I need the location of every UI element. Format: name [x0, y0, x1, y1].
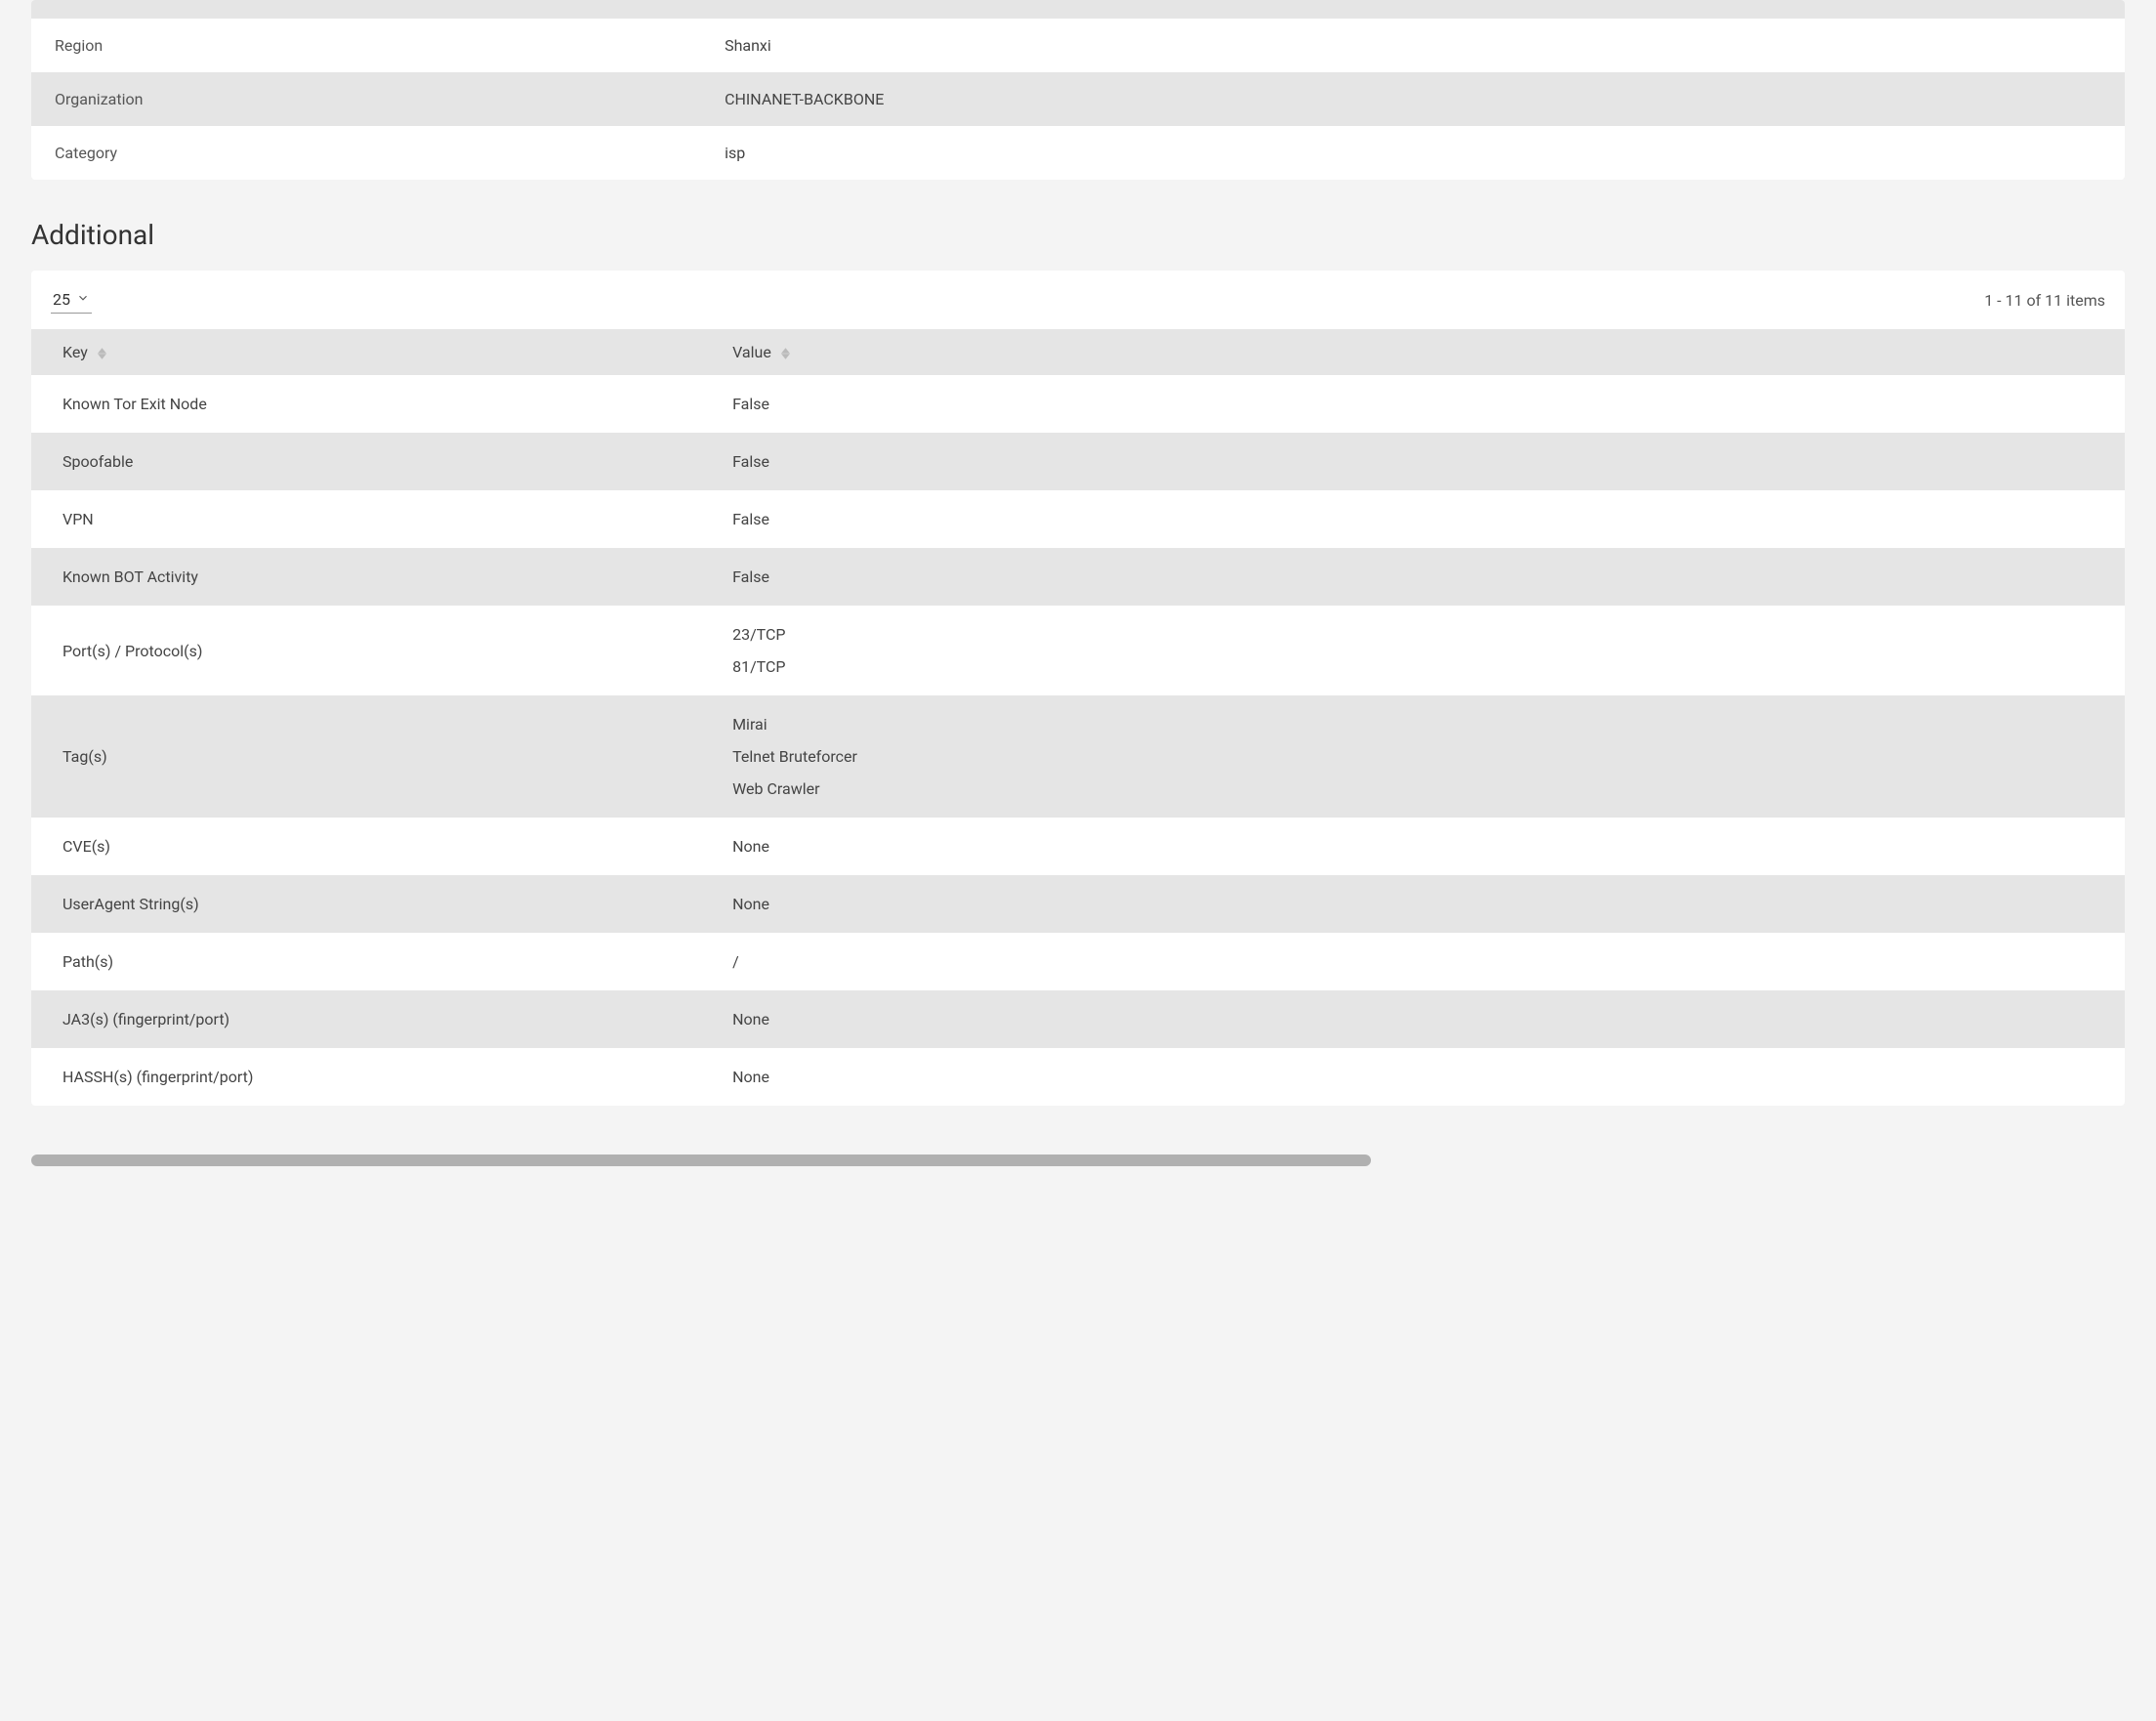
additional-panel: 25 1 - 11 of 11 items Key Value	[31, 271, 2125, 1106]
value-item: 23/TCP	[732, 625, 2101, 644]
info-key: Destination Country Codes	[31, 0, 701, 19]
table-row: JA3(s) (fingerprint/port)None	[31, 990, 2125, 1048]
row-value: None	[701, 818, 2125, 875]
row-value: None	[701, 990, 2125, 1048]
row-value: False	[701, 548, 2125, 606]
table-row: Known BOT ActivityFalse	[31, 548, 2125, 606]
column-header-key-label: Key	[62, 343, 88, 361]
row-value: None	[701, 875, 2125, 933]
page-size-value: 25	[53, 290, 70, 309]
multi-value-list: Mirai Telnet Bruteforcer Web Crawler	[732, 715, 2101, 798]
row-value: False	[701, 490, 2125, 548]
table-row: HASSH(s) (fingerprint/port)None	[31, 1048, 2125, 1106]
row-key: Spoofable	[31, 433, 701, 490]
row-key: Tag(s)	[31, 695, 701, 818]
additional-table: Key Value Known Tor Exit NodeFalseSpoofa…	[31, 329, 2125, 1106]
row-key: CVE(s)	[31, 818, 701, 875]
info-key: Category	[31, 126, 701, 180]
column-header-value[interactable]: Value	[701, 329, 2125, 375]
table-row: CVE(s)None	[31, 818, 2125, 875]
table-row: SpoofableFalse	[31, 433, 2125, 490]
row-key: JA3(s) (fingerprint/port)	[31, 990, 701, 1048]
info-panel: Destination Country CodesUSRegionShanxiO…	[31, 0, 2125, 180]
row-value: 23/TCP 81/TCP	[701, 606, 2125, 695]
sort-icon	[781, 348, 790, 359]
info-key: Region	[31, 19, 701, 72]
table-row: Known Tor Exit NodeFalse	[31, 375, 2125, 433]
row-value: None	[701, 1048, 2125, 1106]
value-item: 81/TCP	[732, 657, 2101, 676]
table-row: Port(s) / Protocol(s) 23/TCP 81/TCP	[31, 606, 2125, 695]
info-key: Organization	[31, 72, 701, 126]
table-row: Path(s)/	[31, 933, 2125, 990]
info-row: Destination Country CodesUS	[31, 0, 2125, 19]
horizontal-scrollbar[interactable]	[31, 1154, 2125, 1166]
info-row: Categoryisp	[31, 126, 2125, 180]
column-header-value-label: Value	[732, 343, 771, 361]
value-item: Mirai	[732, 715, 2101, 734]
items-range-label: 1 - 11 of 11 items	[1984, 291, 2105, 310]
value-item: Web Crawler	[732, 779, 2101, 798]
chevron-down-icon	[76, 290, 90, 309]
table-controls: 25 1 - 11 of 11 items	[31, 271, 2125, 329]
info-value: US	[701, 0, 2125, 19]
scrollbar-thumb[interactable]	[31, 1154, 1371, 1166]
row-key: Known Tor Exit Node	[31, 375, 701, 433]
table-row: Tag(s) Mirai Telnet Bruteforcer Web Crawler	[31, 695, 2125, 818]
row-key: HASSH(s) (fingerprint/port)	[31, 1048, 701, 1106]
row-value: False	[701, 375, 2125, 433]
row-key: Port(s) / Protocol(s)	[31, 606, 701, 695]
column-header-key[interactable]: Key	[31, 329, 701, 375]
info-row: RegionShanxi	[31, 19, 2125, 72]
row-value: /	[701, 933, 2125, 990]
info-row: OrganizationCHINANET-BACKBONE	[31, 72, 2125, 126]
table-header-row: Key Value	[31, 329, 2125, 375]
info-value: Shanxi	[701, 19, 2125, 72]
row-value: Mirai Telnet Bruteforcer Web Crawler	[701, 695, 2125, 818]
table-row: VPNFalse	[31, 490, 2125, 548]
row-value: False	[701, 433, 2125, 490]
info-value: CHINANET-BACKBONE	[701, 72, 2125, 126]
multi-value-list: 23/TCP 81/TCP	[732, 625, 2101, 676]
value-item: Telnet Bruteforcer	[732, 747, 2101, 766]
row-key: Path(s)	[31, 933, 701, 990]
info-value: isp	[701, 126, 2125, 180]
sort-icon	[98, 348, 106, 359]
row-key: Known BOT Activity	[31, 548, 701, 606]
row-key: UserAgent String(s)	[31, 875, 701, 933]
additional-section-title: Additional	[31, 219, 2125, 251]
table-row: UserAgent String(s)None	[31, 875, 2125, 933]
page-size-selector[interactable]: 25	[51, 286, 92, 314]
row-key: VPN	[31, 490, 701, 548]
